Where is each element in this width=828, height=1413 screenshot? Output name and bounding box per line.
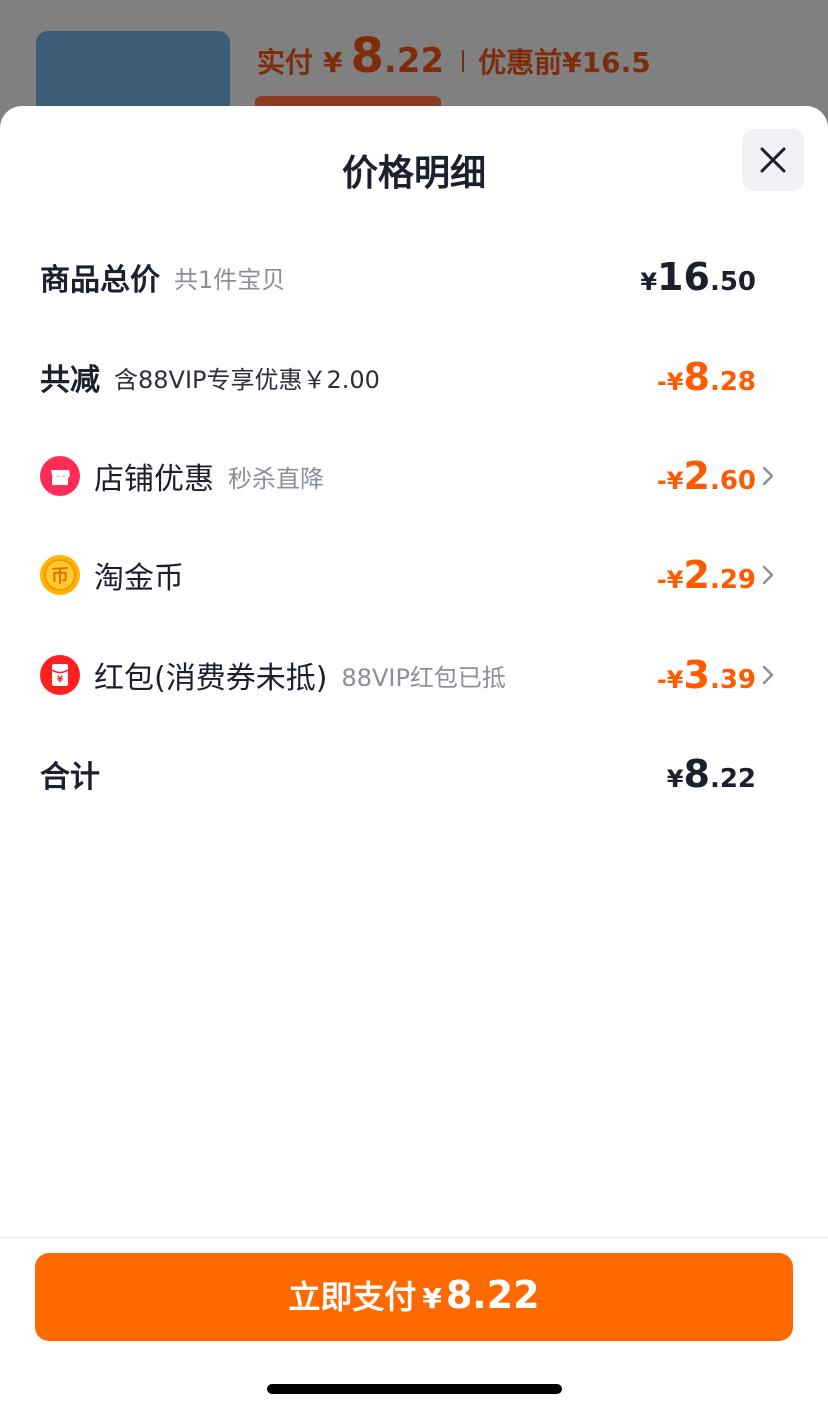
price-separator	[462, 50, 465, 72]
total-discount-price: - ¥ 8 .28	[657, 347, 756, 407]
row-label: 商品总价	[40, 263, 160, 298]
price-dec: .22	[709, 764, 756, 794]
paid-dec: .22	[383, 41, 445, 81]
taojinbi-price: - ¥ 2 .29	[657, 545, 756, 605]
price-int: 8	[683, 355, 710, 399]
pay-now-button[interactable]: 立即支付 ¥ 8.22	[35, 1253, 793, 1341]
goods-total-price: ¥ 16 .50	[640, 247, 756, 307]
row-sub: 共1件宝贝	[174, 265, 286, 294]
row-label: 店铺优惠	[94, 462, 214, 497]
row-label: 红包(消费券未抵)	[94, 661, 328, 696]
price-yen: ¥	[666, 666, 684, 694]
original-price: ¥16.5	[562, 46, 651, 79]
row-label: 淘金币	[94, 561, 184, 596]
price-yen: ¥	[640, 268, 658, 296]
red-packet-price: - ¥ 3 .39	[657, 645, 756, 705]
row-sum: 合计 ¥ 8 .22	[0, 744, 828, 804]
row-taojinbi[interactable]: 币 淘金币 - ¥ 2 .29	[0, 545, 828, 605]
pay-button-label: 立即支付	[288, 1278, 417, 1316]
price-int: 16	[657, 255, 710, 299]
price-sign: -	[656, 368, 667, 396]
paid-yen: ¥	[323, 46, 343, 79]
row-goods-total: 商品总价 共1件宝贝 ¥ 16 .50	[0, 247, 828, 307]
price-sign: -	[656, 566, 667, 594]
row-total-discount: 共减 含88VIP专享优惠￥2.00 - ¥ 8 .28	[0, 347, 828, 407]
price-dec: .28	[709, 367, 756, 397]
price-sign: -	[656, 467, 667, 495]
background-price: 实付 ¥ 8 .22 优惠前 ¥16.5	[257, 28, 651, 98]
store-icon	[40, 456, 80, 496]
svg-text:¥: ¥	[57, 675, 64, 685]
pay-button-amount: 8.22	[445, 1273, 540, 1317]
price-int: 2	[683, 553, 710, 597]
row-sub: 含88VIP专享优惠￥2.00	[114, 365, 380, 394]
row-shop-discount[interactable]: 店铺优惠 秒杀直降 - ¥ 2 .60	[0, 446, 828, 506]
pay-button-yen: ¥	[422, 1282, 442, 1315]
home-indicator	[267, 1384, 562, 1394]
chevron-right-icon	[762, 466, 774, 486]
price-yen: ¥	[666, 467, 684, 495]
price-yen: ¥	[666, 765, 684, 793]
row-sub: 88VIP红包已抵	[341, 663, 506, 692]
paid-label: 实付	[257, 46, 314, 79]
close-icon	[760, 147, 786, 173]
row-label: 合计	[40, 760, 100, 795]
price-dec: .50	[709, 267, 756, 297]
red-packet-icon: ¥	[40, 655, 80, 695]
row-red-packet[interactable]: ¥ 红包(消费券未抵) 88VIP红包已抵 - ¥ 3 .39	[0, 645, 828, 705]
price-int: 2	[683, 454, 710, 498]
shop-discount-price: - ¥ 2 .60	[657, 446, 756, 506]
price-yen: ¥	[666, 368, 684, 396]
close-button[interactable]	[742, 129, 804, 191]
coin-icon: 币	[40, 555, 80, 595]
price-sign: -	[656, 666, 667, 694]
chevron-right-icon	[762, 565, 774, 585]
price-int: 8	[683, 752, 710, 796]
sum-price: ¥ 8 .22	[667, 744, 756, 804]
chevron-right-icon	[762, 665, 774, 685]
sheet-title: 价格明细	[341, 153, 486, 194]
price-yen: ¥	[666, 566, 684, 594]
original-label: 优惠前	[478, 46, 563, 79]
price-int: 3	[683, 653, 710, 697]
paid-int: 8	[350, 28, 384, 84]
price-detail-sheet: 价格明细 商品总价 共1件宝贝 ¥ 16 .50 共减 含88VIP专享优惠￥2…	[0, 106, 828, 1413]
price-dec: .29	[709, 565, 756, 595]
price-dec: .60	[709, 466, 756, 496]
footer-divider	[0, 1237, 828, 1238]
svg-text:币: 币	[51, 566, 69, 587]
price-dec: .39	[709, 665, 756, 695]
row-sub: 秒杀直降	[228, 464, 324, 493]
row-label: 共减	[40, 363, 100, 398]
